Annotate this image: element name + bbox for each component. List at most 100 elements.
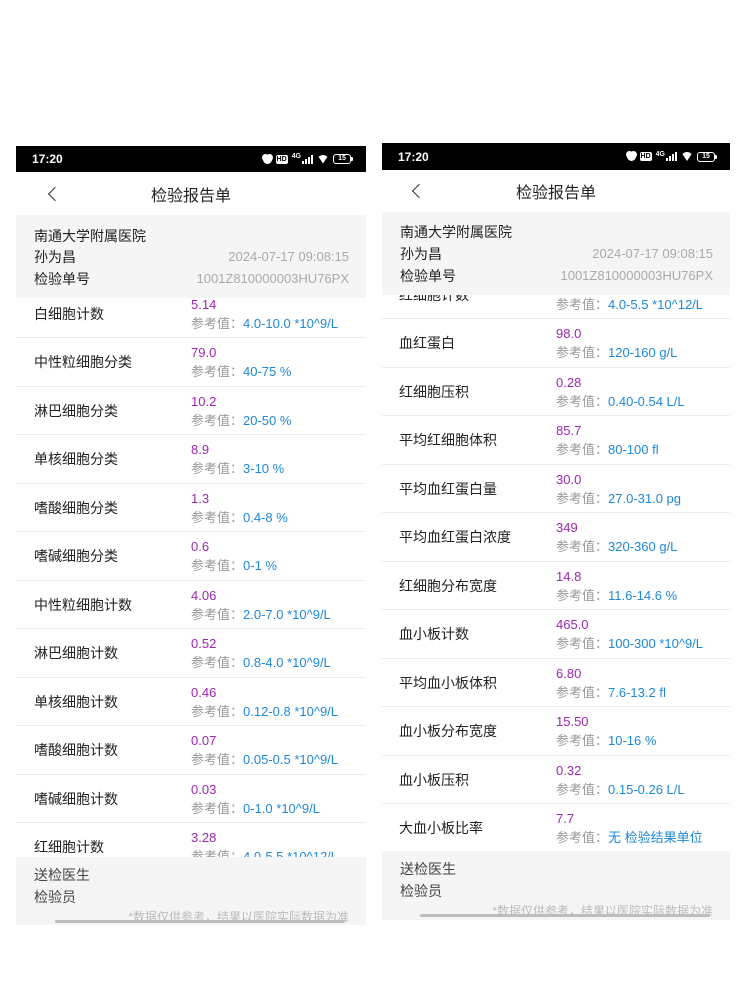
page-title: 检验报告单	[150, 187, 231, 205]
patient-name: 孙为昌	[34, 249, 76, 265]
report-datetime: 2024-07-17 09:08:15	[592, 246, 713, 261]
reference-line: 参考值：80-100 fl	[556, 442, 659, 458]
test-item-name: 平均红细胞体积	[399, 432, 497, 448]
home-indicator[interactable]	[55, 920, 345, 923]
reference-label: 参考值：	[556, 442, 609, 457]
result-row: 平均血红蛋白浓度 349 参考值：320-360 g/L	[382, 513, 730, 562]
reference-line: 参考值：4.0-5.5 *10^12/L	[556, 297, 703, 313]
test-item-name: 红细胞压积	[399, 383, 469, 400]
test-item-name: 嗜酸细胞分类	[34, 499, 118, 516]
signal-icon	[302, 154, 313, 164]
result-row: 红细胞计数 参考值：4.0-5.5 *10^12/L	[382, 295, 730, 319]
reference-range: 80-100 fl	[608, 442, 659, 457]
result-list[interactable]: 红细胞计数参考值：4.0-5.5 *10^12/L血红蛋白98.0参考值：120…	[382, 295, 730, 851]
report-screen-right: 17:20 HD 4G 15 检验报告单 南通大学附属医院 孙为昌 2024-07…	[382, 143, 730, 920]
report-footer: 送检医生 检验员 *数据仅供参考，结果以医院实际数据为准	[382, 851, 730, 920]
reference-label: 参考值：	[191, 364, 244, 379]
examiner-label: 检验员	[34, 889, 76, 905]
reference-label: 参考值：	[191, 509, 244, 525]
reference-range: 2.0-7.0 *10^9/L	[243, 606, 331, 622]
reference-line: 参考值：0.8-4.0 *10^9/L	[191, 655, 331, 671]
reference-line: 参考值：20-50 %	[191, 413, 291, 429]
result-row: 平均血红蛋白量 30.0 参考值：27.0-31.0 pg	[382, 465, 730, 513]
result-value: 0.52	[191, 636, 217, 651]
result-value: 8.9	[191, 442, 210, 457]
reference-line: 参考值：2.0-7.0 *10^9/L	[191, 607, 331, 623]
reference-line: 参考值：0.12-0.8 *10^9/L	[191, 704, 338, 720]
result-list[interactable]: 白细胞计数 5.14 参考值：4.0-10.0 *10^9/L 中性粒细胞分类 79.0…	[16, 298, 366, 857]
reference-label: 参考值：	[556, 393, 609, 409]
result-row: 红细胞压积 0.28 参考值：0.40-0.54 L/L	[382, 368, 730, 416]
reference-line: 参考值：4.0-10.0 *10^9/L	[191, 316, 338, 332]
battery-icon: 15	[697, 151, 717, 162]
test-item-name: 血小板计数	[399, 626, 469, 642]
reference-line: 参考值：无 检验结果单位	[556, 830, 703, 846]
test-item-name: 血红蛋白	[399, 335, 455, 351]
result-row: 嗜碱细胞分类 0.6 参考值：0-1 %	[16, 532, 366, 581]
result-value: 6.80	[556, 665, 582, 681]
status-time: 17:20	[398, 149, 429, 164]
hospital-name: 南通大学附属医院	[400, 224, 512, 240]
reference-line: 参考值：0.40-0.54 L/L	[556, 394, 685, 410]
examiner-label: 检验员	[400, 883, 442, 899]
reference-range: 0.15-0.26 L/L	[608, 781, 685, 797]
result-row: 中性粒细胞分类 79.0 参考值：40-75 %	[16, 338, 366, 387]
reference-range: 27.0-31.0 pg	[608, 490, 682, 506]
report-info: 南通大学附属医院 孙为昌 2024-07-17 09:08:15 检验单号 1001…	[382, 212, 730, 295]
test-item-name: 平均血红蛋白浓度	[399, 529, 511, 545]
test-item-name: 血小板压积	[399, 771, 469, 788]
reference-label: 参考值：	[556, 684, 609, 700]
result-row: 血小板分布宽度 15.50 参考值：10-16 %	[382, 707, 730, 756]
battery-level: 15	[702, 152, 710, 160]
test-item-name: 中性粒细胞分类	[34, 354, 132, 370]
result-row: 中性粒细胞计数 4.06 参考值：2.0-7.0 *10^9/L	[16, 581, 366, 629]
status-bar: 17:20 HD 4G 15	[382, 143, 730, 170]
result-row: 单核细胞计数 0.46 参考值：0.12-0.8 *10^9/L	[16, 678, 366, 726]
report-screen-left: 17:20 HD 4G 15 检验报告单 南通大学附属医院 孙为昌 2024-07…	[16, 146, 366, 925]
status-bar: 17:20 HD 4G 15	[16, 146, 366, 172]
reference-range: 7.6-13.2 fl	[608, 684, 666, 700]
test-item-name: 淋巴细胞计数	[34, 645, 118, 661]
result-value: 5.14	[191, 298, 217, 312]
reference-label: 参考值：	[556, 781, 609, 797]
reference-label: 参考值：	[191, 800, 244, 816]
network-type: 4G	[655, 150, 665, 158]
reference-range: 120-160 g/L	[608, 345, 678, 360]
result-value: 14.8	[556, 568, 582, 584]
reference-line: 参考值：7.6-13.2 fl	[556, 685, 666, 701]
hospital-name: 南通大学附属医院	[34, 228, 146, 244]
test-item-name: 嗜碱细胞分类	[34, 548, 118, 564]
reference-range: 4.0-5.5 *10^12/L	[243, 849, 339, 857]
reference-label: 参考值：	[556, 345, 609, 360]
test-item-name: 单核细胞计数	[34, 693, 118, 710]
reference-range: 0-1.0 *10^9/L	[243, 800, 320, 816]
reference-label: 参考值：	[556, 830, 609, 845]
test-item-name: 红细胞分布宽度	[399, 577, 497, 594]
reference-line: 参考值：11.6-14.6 %	[556, 588, 677, 604]
result-value: 7.7	[556, 811, 575, 826]
result-value: 0.03	[191, 781, 217, 797]
reference-range: 0.05-0.5 *10^9/L	[243, 752, 339, 767]
hd-icon: HD	[639, 152, 652, 161]
reference-line: 参考值：10-16 %	[556, 733, 656, 749]
nav-header: 检验报告单	[382, 170, 730, 212]
result-value: 15.50	[556, 714, 589, 729]
result-row: 红细胞计数 3.28 参考值：4.0-5.5 *10^12/L	[16, 823, 366, 857]
reference-line: 参考值：0-1.0 *10^9/L	[191, 801, 320, 817]
reference-range: 4.0-10.0 *10^9/L	[243, 315, 339, 331]
result-row: 单核细胞分类 8.9 参考值：3-10 %	[16, 435, 366, 484]
test-item-name: 嗜酸细胞计数	[34, 742, 118, 758]
reference-range: 0.8-4.0 *10^9/L	[243, 655, 331, 670]
reference-label: 参考值：	[556, 636, 609, 651]
reference-line: 参考值：27.0-31.0 pg	[556, 491, 681, 507]
reference-line: 参考值：40-75 %	[191, 364, 291, 380]
result-row: 淋巴细胞计数 0.52 参考值：0.8-4.0 *10^9/L	[16, 629, 366, 678]
reference-label: 参考值：	[556, 490, 609, 506]
reference-range: 100-300 *10^9/L	[608, 636, 704, 651]
home-indicator[interactable]	[420, 914, 710, 917]
reference-line: 参考值：320-360 g/L	[556, 539, 677, 555]
result-row: 血红蛋白 98.0 参考值：120-160 g/L	[382, 319, 730, 368]
test-item-name: 嗜碱细胞计数	[34, 790, 118, 807]
order-number: 1001Z810000003HU76PX	[196, 271, 349, 286]
result-row: 嗜酸细胞计数 0.07 参考值：0.05-0.5 *10^9/L	[16, 726, 366, 775]
